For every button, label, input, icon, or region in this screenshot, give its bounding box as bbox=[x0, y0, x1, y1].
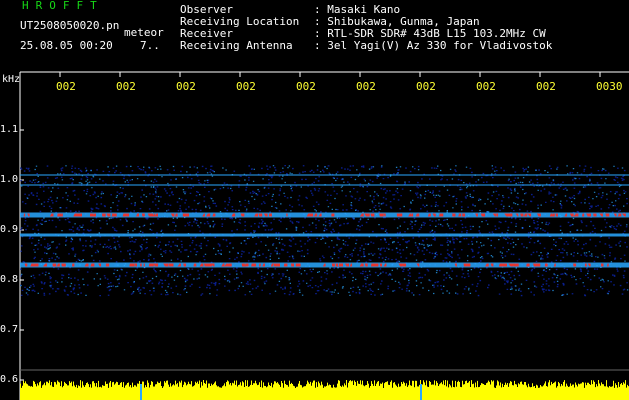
carrier-line bbox=[20, 184, 629, 186]
level-bars bbox=[20, 380, 629, 400]
level-marker bbox=[140, 384, 142, 400]
carrier-line bbox=[20, 233, 629, 237]
level-bar-strip bbox=[20, 380, 629, 400]
level-marker bbox=[420, 384, 422, 400]
carrier-line bbox=[20, 174, 629, 176]
spectrogram-plot bbox=[19, 71, 629, 400]
carrier-line bbox=[20, 212, 629, 218]
carrier-lines bbox=[20, 174, 629, 268]
